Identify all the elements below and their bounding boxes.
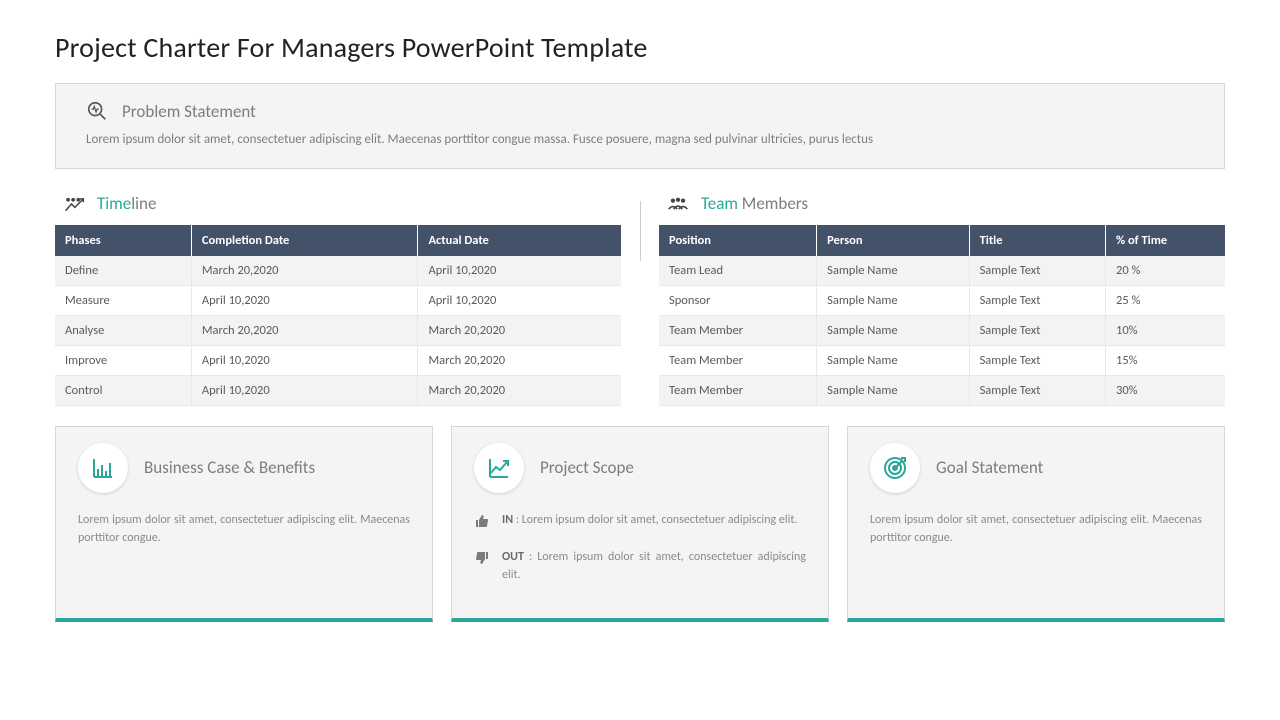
problem-statement-panel: Problem Statement Lorem ipsum dolor sit … bbox=[55, 83, 1225, 169]
problem-body: Lorem ipsum dolor sit amet, consectetuer… bbox=[86, 130, 1194, 150]
timeline-title: Timeline bbox=[97, 193, 156, 214]
table-row: SponsorSample NameSample Text25 % bbox=[659, 285, 1225, 315]
table-row: Team MemberSample NameSample Text30% bbox=[659, 375, 1225, 405]
table-row: MeasureApril 10,2020April 10,2020 bbox=[55, 285, 621, 315]
timeline-table: PhasesCompletion DateActual Date DefineM… bbox=[55, 225, 621, 406]
business-title: Business Case & Benefits bbox=[144, 457, 315, 478]
goal-card: Goal Statement Lorem ipsum dolor sit ame… bbox=[847, 426, 1225, 622]
table-header: Completion Date bbox=[191, 225, 418, 256]
team-title: Team Members bbox=[701, 193, 808, 214]
business-card: Business Case & Benefits Lorem ipsum dol… bbox=[55, 426, 433, 622]
target-icon bbox=[870, 443, 920, 493]
table-header: Position bbox=[659, 225, 817, 256]
scope-in-row: IN : Lorem ipsum dolor sit amet, consect… bbox=[474, 511, 806, 534]
team-section: Team Members PositionPersonTitle% of Tim… bbox=[659, 193, 1225, 406]
table-header: Actual Date bbox=[418, 225, 621, 256]
bar-chart-icon bbox=[78, 443, 128, 493]
table-header: Title bbox=[969, 225, 1105, 256]
page-title: Project Charter For Managers PowerPoint … bbox=[55, 30, 1225, 65]
team-icon bbox=[667, 193, 689, 215]
people-arrow-icon bbox=[63, 193, 85, 215]
timeline-section: Timeline PhasesCompletion DateActual Dat… bbox=[55, 193, 621, 406]
scope-card: Project Scope IN : Lorem ipsum dolor sit… bbox=[451, 426, 829, 622]
scope-title: Project Scope bbox=[540, 457, 634, 478]
table-row: AnalyseMarch 20,2020March 20,2020 bbox=[55, 315, 621, 345]
table-row: ControlApril 10,2020March 20,2020 bbox=[55, 375, 621, 405]
thumbs-up-icon bbox=[474, 513, 492, 534]
table-row: Team LeadSample NameSample Text20 % bbox=[659, 256, 1225, 286]
table-row: Team MemberSample NameSample Text15% bbox=[659, 345, 1225, 375]
table-header: Phases bbox=[55, 225, 191, 256]
table-row: ImproveApril 10,2020March 20,2020 bbox=[55, 345, 621, 375]
team-table: PositionPersonTitle% of Time Team LeadSa… bbox=[659, 225, 1225, 406]
table-header: Person bbox=[817, 225, 969, 256]
scope-out-row: OUT : Lorem ipsum dolor sit amet, consec… bbox=[474, 548, 806, 584]
goal-body: Lorem ipsum dolor sit amet, consectetuer… bbox=[870, 511, 1202, 547]
goal-title: Goal Statement bbox=[936, 457, 1043, 478]
thumbs-down-icon bbox=[474, 550, 492, 584]
table-row: DefineMarch 20,2020April 10,2020 bbox=[55, 256, 621, 286]
table-row: Team MemberSample NameSample Text10% bbox=[659, 315, 1225, 345]
magnifier-pulse-icon bbox=[86, 100, 108, 122]
table-header: % of Time bbox=[1106, 225, 1225, 256]
business-body: Lorem ipsum dolor sit amet, consectetuer… bbox=[78, 511, 410, 547]
line-chart-icon bbox=[474, 443, 524, 493]
problem-heading: Problem Statement bbox=[122, 101, 256, 122]
